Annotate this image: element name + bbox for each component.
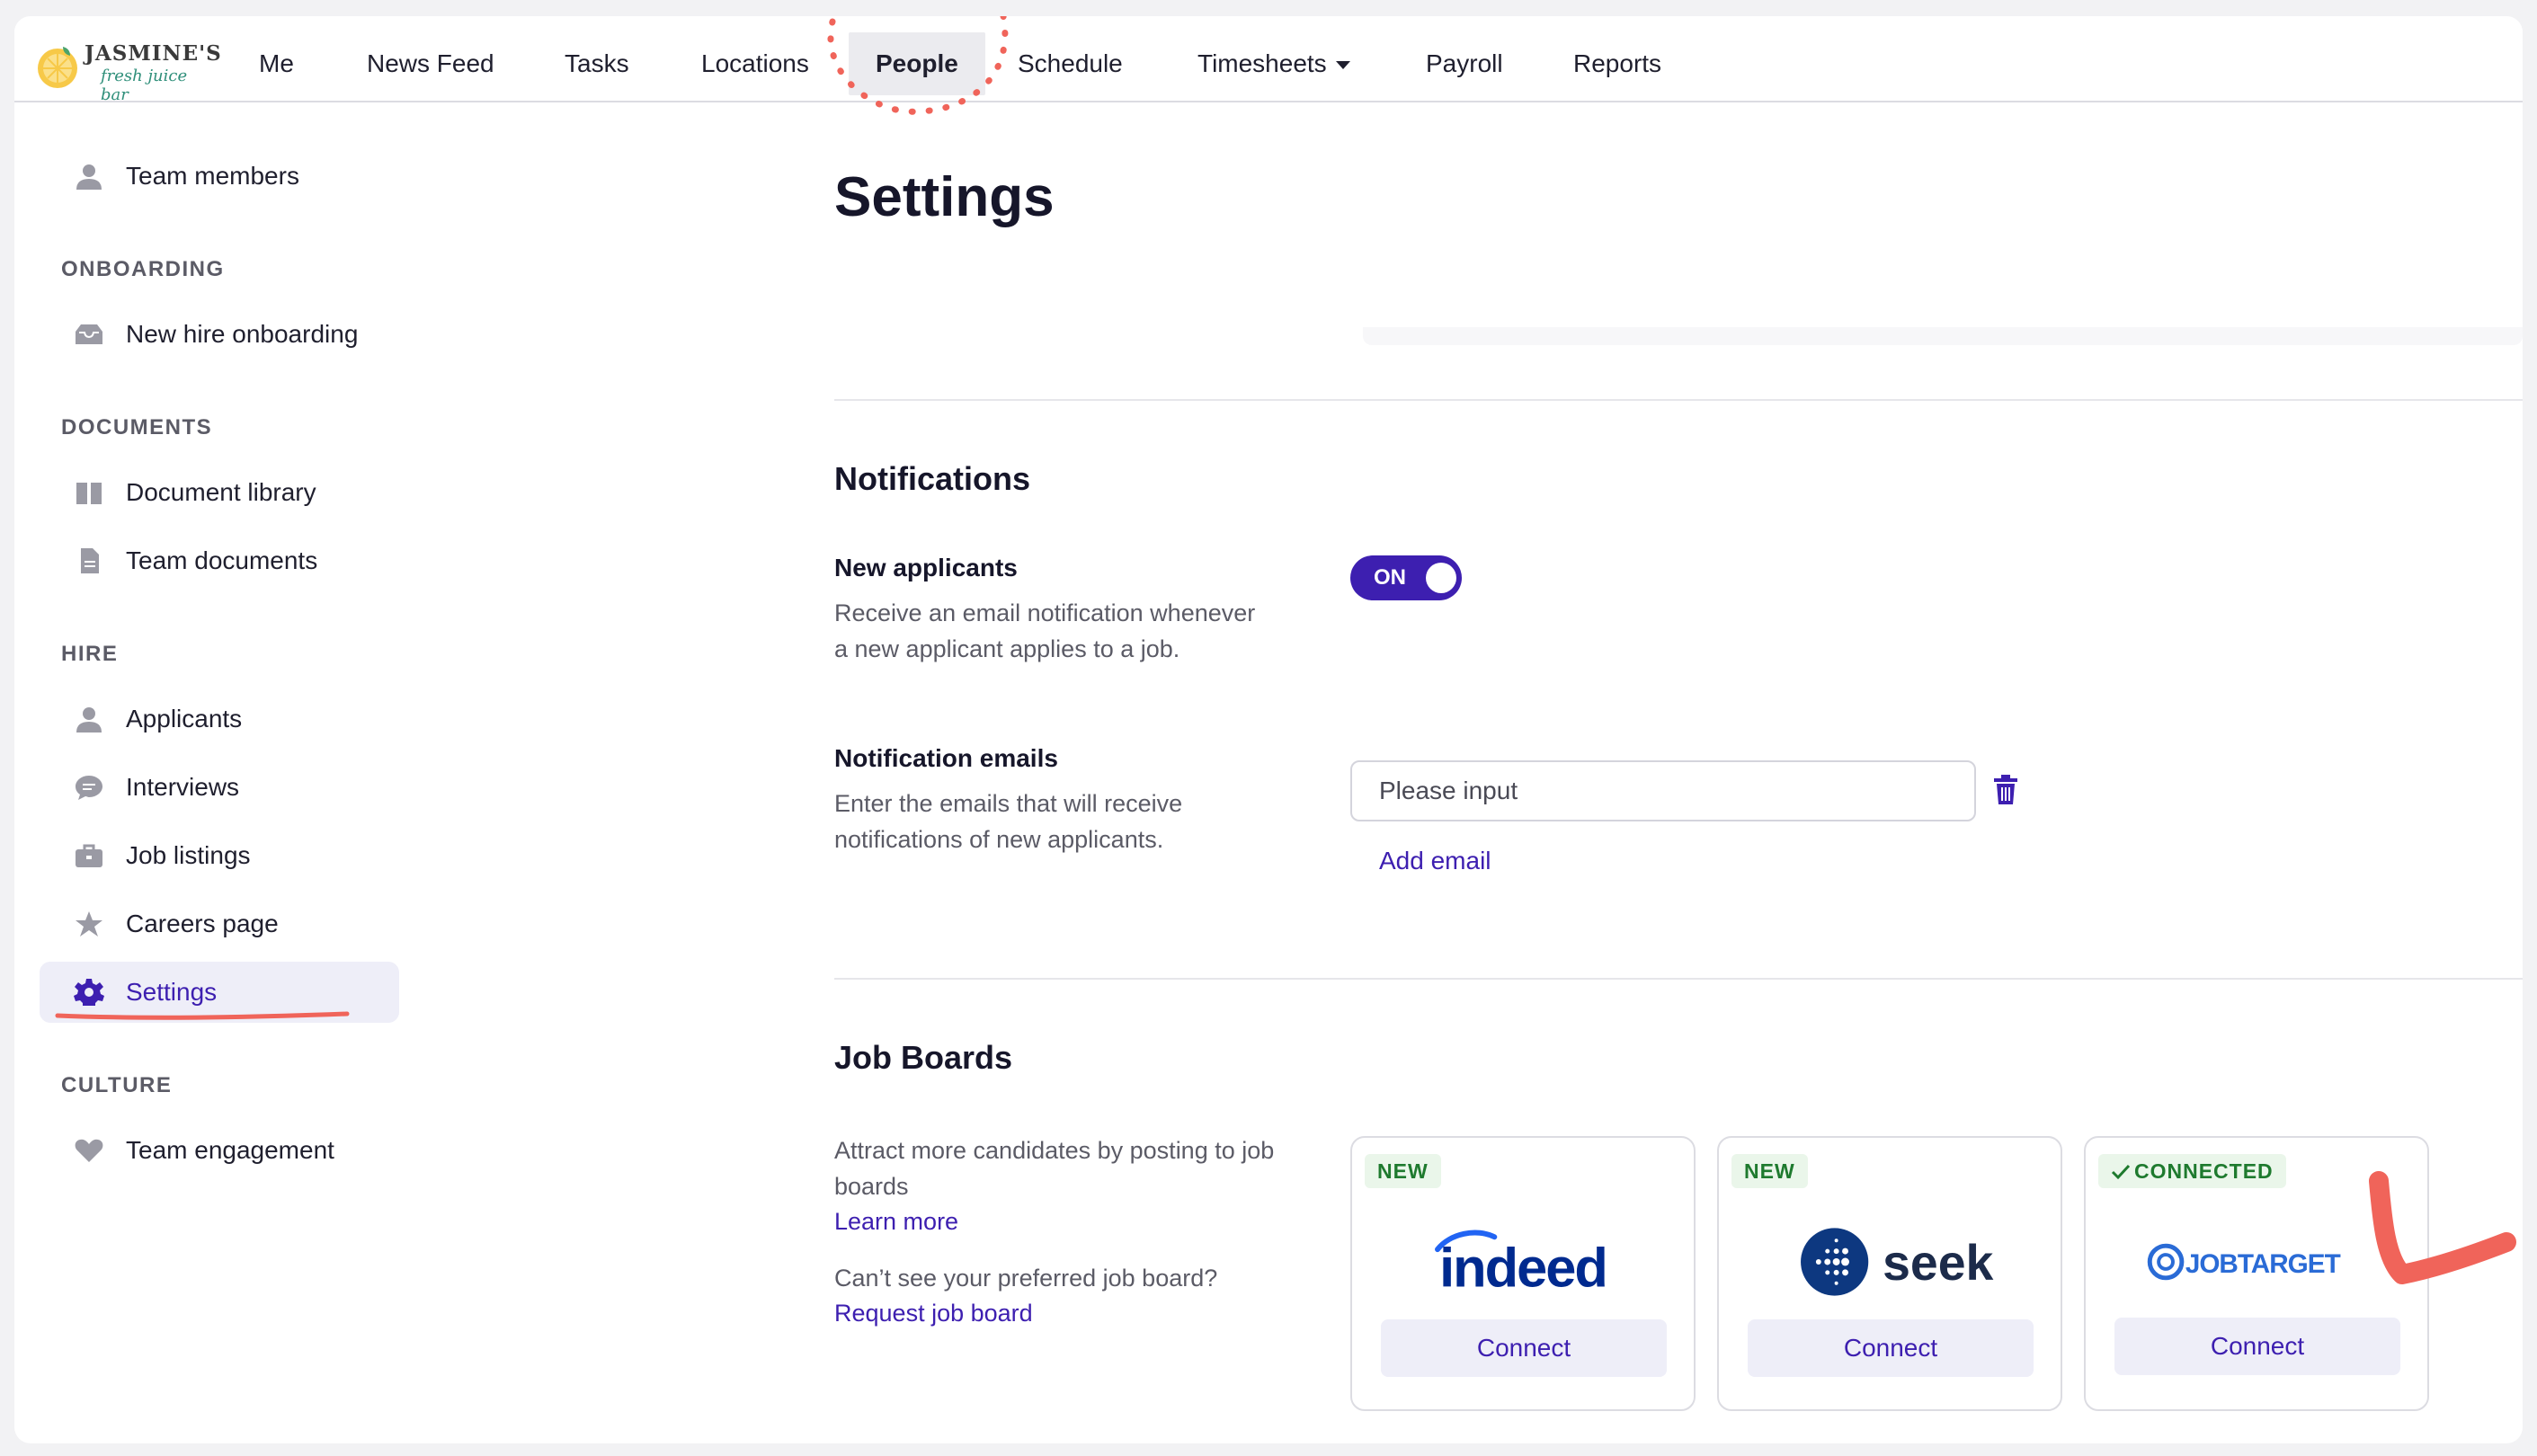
sidebar-item-label: Applicants: [126, 705, 243, 732]
page-title: Settings: [834, 166, 1055, 228]
sidebar-item-new-hire-onboarding[interactable]: New hire onboarding: [40, 304, 399, 365]
section-heading-documents: DOCUMENTS: [61, 415, 213, 439]
sidebar-item-team-engagement[interactable]: Team engagement: [40, 1120, 399, 1181]
indeed-wordmark: indeed: [1439, 1238, 1607, 1300]
cant-see-text: Can’t see your preferred job board?: [834, 1265, 1218, 1292]
sidebar-item-document-library[interactable]: Document library: [40, 462, 399, 523]
section-heading-onboarding: ONBOARDING: [61, 257, 225, 281]
seek-logo: seek: [1801, 1228, 1994, 1296]
toggle-knob: [1426, 563, 1456, 593]
nav-me[interactable]: Me: [259, 32, 294, 95]
learn-more-link[interactable]: Learn more: [834, 1208, 958, 1236]
person-icon: [76, 707, 102, 732]
section-heading-culture: CULTURE: [61, 1073, 173, 1097]
section-heading-hire: HIRE: [61, 642, 119, 666]
connect-jobtarget-button[interactable]: Connect: [2114, 1318, 2400, 1375]
sidebar-item-label: Team documents: [126, 546, 318, 574]
sidebar-item-team-members[interactable]: Team members: [40, 146, 399, 207]
jobtarget-wordmark: JOBTARGET: [2185, 1249, 2341, 1279]
badge-label: CONNECTED: [2134, 1159, 2274, 1183]
status-badge: NEW: [1731, 1154, 1808, 1188]
nav-payroll[interactable]: Payroll: [1426, 32, 1503, 95]
toggle-label: ON: [1374, 565, 1406, 590]
divider: [834, 978, 2523, 980]
sidebar-item-interviews[interactable]: Interviews: [40, 757, 399, 818]
checkmark-annotation: [2369, 1171, 2516, 1284]
job-board-card-indeed: NEW indeed Connect: [1350, 1136, 1696, 1411]
sidebar-item-applicants[interactable]: Applicants: [40, 688, 399, 750]
section-card-edge: [1363, 327, 2523, 345]
check-icon: [2111, 1164, 2131, 1180]
sidebar-item-label: Careers page: [126, 910, 279, 937]
sidebar-item-label: New hire onboarding: [126, 320, 359, 348]
nav-tasks[interactable]: Tasks: [565, 32, 629, 95]
sidebar-item-label: Document library: [126, 478, 316, 506]
nav-timesheets-label: Timesheets: [1197, 49, 1327, 77]
connect-seek-button[interactable]: Connect: [1748, 1319, 2034, 1377]
brand-tagline: fresh juice bar: [101, 67, 188, 104]
notification-email-input[interactable]: [1350, 760, 1976, 821]
sidebar-item-label: Team members: [126, 162, 299, 190]
new-applicants-desc: Receive an email notification whenever a…: [834, 599, 1256, 662]
status-badge: CONNECTED: [2098, 1154, 2286, 1188]
job-board-card-seek: NEW seek Connect: [1717, 1136, 2062, 1411]
briefcase-icon: [76, 844, 102, 867]
star-icon: [76, 911, 102, 937]
new-applicants-toggle[interactable]: ON: [1350, 555, 1462, 600]
sidebar-item-team-documents[interactable]: Team documents: [40, 530, 399, 591]
request-job-board-link[interactable]: Request job board: [834, 1300, 1033, 1327]
person-icon: [76, 164, 102, 190]
brand-logo[interactable]: JASMINE'S fresh juice bar: [32, 31, 221, 104]
underline-annotation: [55, 1011, 350, 1020]
brand-name: JASMINE'S: [85, 41, 222, 66]
nav-reports[interactable]: Reports: [1573, 32, 1661, 95]
trash-icon[interactable]: [1992, 775, 2019, 805]
sidebar-item-label: Interviews: [126, 773, 240, 801]
gear-icon: [74, 979, 104, 1006]
lemon-logo-icon: [38, 47, 77, 88]
sidebar-item-job-listings[interactable]: Job listings: [40, 825, 399, 886]
chevron-down-icon: [1335, 61, 1350, 70]
sidebar-item-label: Job listings: [126, 841, 251, 869]
job-boards-desc: Attract more candidates by posting to jo…: [834, 1137, 1275, 1200]
sidebar-item-label: Settings: [126, 978, 218, 1006]
status-badge: NEW: [1365, 1154, 1441, 1188]
nav-news-feed[interactable]: News Feed: [367, 32, 494, 95]
add-email-link[interactable]: Add email: [1379, 847, 1491, 875]
notifications-heading: Notifications: [834, 460, 1031, 497]
indeed-logo: indeed: [1435, 1230, 1608, 1300]
heart-icon: [75, 1139, 103, 1162]
notification-emails-desc: Enter the emails that will receive notif…: [834, 790, 1183, 853]
new-applicants-label: New applicants: [834, 554, 1018, 582]
divider: [834, 399, 2523, 401]
seek-wordmark: seek: [1883, 1235, 1993, 1291]
dotted-circle-annotation: [827, 16, 1009, 115]
notification-emails-label: Notification emails: [834, 744, 1058, 772]
sidebar-item-careers-page[interactable]: Careers page: [40, 893, 399, 954]
book-icon: [76, 483, 102, 504]
inbox-icon: [76, 324, 102, 344]
app-window: JASMINE'S fresh juice bar Me News Feed T…: [14, 16, 2523, 1443]
sidebar-item-label: Team engagement: [126, 1136, 334, 1164]
top-nav: JASMINE'S fresh juice bar Me News Feed T…: [14, 16, 2523, 115]
chat-bubble-icon: [76, 776, 102, 800]
connect-indeed-button[interactable]: Connect: [1381, 1319, 1667, 1377]
job-boards-heading: Job Boards: [834, 1039, 1013, 1076]
nav-timesheets[interactable]: Timesheets: [1197, 32, 1350, 95]
nav-locations[interactable]: Locations: [701, 32, 809, 95]
document-icon: [81, 548, 99, 573]
